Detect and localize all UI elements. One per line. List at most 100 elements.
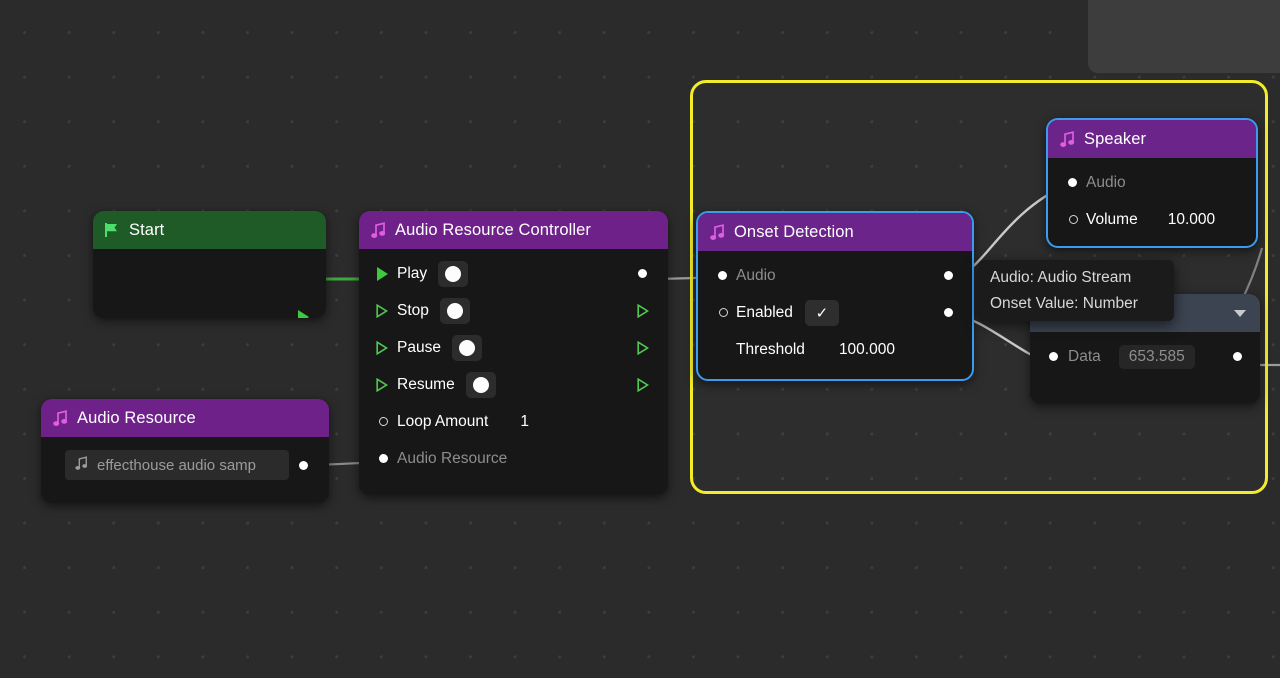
row-audio-resource-label: Audio Resource — [397, 450, 507, 468]
dot-filled-icon — [1068, 178, 1077, 187]
start-exec-out-pin[interactable] — [296, 310, 310, 318]
dot-outline-icon — [719, 308, 728, 317]
node-onset-body: Audio Enabled ✓ Threshold 100.000 — [698, 251, 972, 378]
onset-audio-out-pin[interactable] — [941, 269, 955, 283]
exec-triangle-outline-icon — [376, 304, 388, 318]
speaker-audio-in-pin[interactable] — [1065, 176, 1079, 190]
row-data[interactable]: Data 653.585 — [1030, 338, 1260, 375]
stop-circle-button[interactable] — [440, 298, 470, 324]
play-out-pin[interactable] — [635, 267, 649, 281]
node-onset-title: Onset Detection — [734, 223, 854, 242]
onset-threshold-value[interactable]: 100.000 — [829, 338, 905, 362]
speaker-volume-value[interactable]: 10.000 — [1158, 208, 1225, 232]
row-speaker-audio[interactable]: Audio — [1048, 164, 1256, 201]
node-start-header: Start — [93, 211, 326, 249]
resume-circle-button[interactable] — [466, 372, 496, 398]
node-data-body: Data 653.585 — [1030, 332, 1260, 385]
play-circle-button[interactable] — [438, 261, 468, 287]
node-audio-resource-header: Audio Resource — [41, 399, 329, 437]
exec-triangle-outline-icon — [637, 341, 649, 355]
node-audio-resource[interactable]: Audio Resource effecthouse audio samp — [41, 399, 329, 503]
row-pause-label: Pause — [397, 339, 441, 357]
stop-exec-in-pin[interactable] — [375, 304, 389, 318]
music-note-icon — [710, 224, 725, 241]
exec-triangle-filled-icon — [298, 310, 309, 318]
audio-resource-in-pin[interactable] — [376, 452, 390, 466]
row-audio-resource-input[interactable]: Audio Resource — [359, 440, 668, 477]
pause-exec-out-pin[interactable] — [636, 341, 650, 355]
exec-triangle-outline-icon — [637, 304, 649, 318]
row-speaker-volume[interactable]: Volume 10.000 — [1048, 201, 1256, 238]
play-exec-in-pin[interactable] — [375, 267, 389, 281]
node-arc-body: Play Stop — [359, 249, 668, 487]
row-resume-label: Resume — [397, 376, 455, 394]
data-out-pin[interactable] — [1230, 350, 1244, 364]
data-value[interactable]: 653.585 — [1119, 345, 1195, 369]
node-speaker-title: Speaker — [1084, 130, 1146, 149]
audio-resource-field[interactable]: effecthouse audio samp — [65, 450, 289, 480]
top-right-panel[interactable] — [1088, 0, 1280, 73]
node-speaker-header: Speaker — [1048, 120, 1256, 158]
pause-circle-button[interactable] — [452, 335, 482, 361]
pin-tooltip: Audio: Audio Stream Onset Value: Number — [978, 260, 1174, 321]
row-resource-field[interactable]: effecthouse audio samp — [41, 443, 329, 487]
row-resume[interactable]: Resume — [359, 366, 668, 403]
node-onset-detection[interactable]: Onset Detection Audio Enabled ✓ Threshol… — [696, 211, 974, 381]
row-play[interactable]: Play — [359, 255, 668, 292]
loop-amount-in-pin[interactable] — [376, 415, 390, 429]
row-onset-threshold-label: Threshold — [736, 341, 805, 359]
row-onset-threshold[interactable]: Threshold 100.000 — [698, 331, 972, 368]
node-arc-title: Audio Resource Controller — [395, 221, 591, 240]
dot-filled-icon — [1233, 352, 1242, 361]
row-data-label: Data — [1068, 348, 1101, 366]
resume-exec-in-pin[interactable] — [375, 378, 389, 392]
row-onset-audio-label: Audio — [736, 267, 776, 285]
node-audio-resource-body: effecthouse audio samp — [41, 437, 329, 497]
exec-triangle-outline-icon — [376, 341, 388, 355]
dot-filled-icon — [1049, 352, 1058, 361]
node-speaker[interactable]: Speaker Audio Volume 10.000 — [1046, 118, 1258, 248]
onset-enabled-checkbox[interactable]: ✓ — [805, 300, 839, 326]
exec-triangle-outline-icon — [637, 378, 649, 392]
node-audio-resource-controller[interactable]: Audio Resource Controller Play Stop — [359, 211, 668, 495]
row-pause[interactable]: Pause — [359, 329, 668, 366]
row-loop-amount[interactable]: Loop Amount 1 — [359, 403, 668, 440]
onset-audio-in-pin[interactable] — [715, 269, 729, 283]
music-note-icon — [1060, 131, 1075, 148]
node-arc-header: Audio Resource Controller — [359, 211, 668, 249]
row-speaker-audio-label: Audio — [1086, 174, 1126, 192]
node-start-title: Start — [129, 221, 164, 240]
pause-exec-in-pin[interactable] — [375, 341, 389, 355]
onset-value-out-pin[interactable] — [941, 306, 955, 320]
row-stop-label: Stop — [397, 302, 429, 320]
dot-filled-icon — [638, 269, 647, 278]
row-play-label: Play — [397, 265, 427, 283]
dot-filled-icon — [299, 461, 308, 470]
dot-filled-icon — [944, 308, 953, 317]
node-start-body — [93, 249, 326, 318]
data-in-pin[interactable] — [1046, 350, 1060, 364]
music-note-icon — [75, 456, 88, 475]
row-onset-audio[interactable]: Audio — [698, 257, 972, 294]
onset-enabled-in-pin[interactable] — [716, 306, 730, 320]
dot-filled-icon — [718, 271, 727, 280]
stop-exec-out-pin[interactable] — [636, 304, 650, 318]
audio-resource-out-pin[interactable] — [296, 458, 310, 472]
dot-outline-icon — [1069, 215, 1078, 224]
music-note-icon — [53, 410, 68, 427]
row-onset-enabled[interactable]: Enabled ✓ — [698, 294, 972, 331]
loop-amount-value[interactable]: 1 — [510, 410, 539, 434]
node-start[interactable]: Start — [93, 211, 326, 318]
row-onset-enabled-label: Enabled — [736, 304, 793, 322]
speaker-volume-in-pin[interactable] — [1066, 213, 1080, 227]
tooltip-line-2: Onset Value: Number — [990, 295, 1162, 313]
audio-resource-field-value: effecthouse audio samp — [97, 457, 256, 474]
row-loop-amount-label: Loop Amount — [397, 413, 488, 431]
exec-triangle-filled-icon — [377, 267, 388, 281]
row-speaker-volume-label: Volume — [1086, 211, 1138, 229]
music-note-icon — [371, 222, 386, 239]
row-stop[interactable]: Stop — [359, 292, 668, 329]
resume-exec-out-pin[interactable] — [636, 378, 650, 392]
chevron-down-icon[interactable] — [1234, 310, 1246, 317]
dot-filled-icon — [379, 454, 388, 463]
